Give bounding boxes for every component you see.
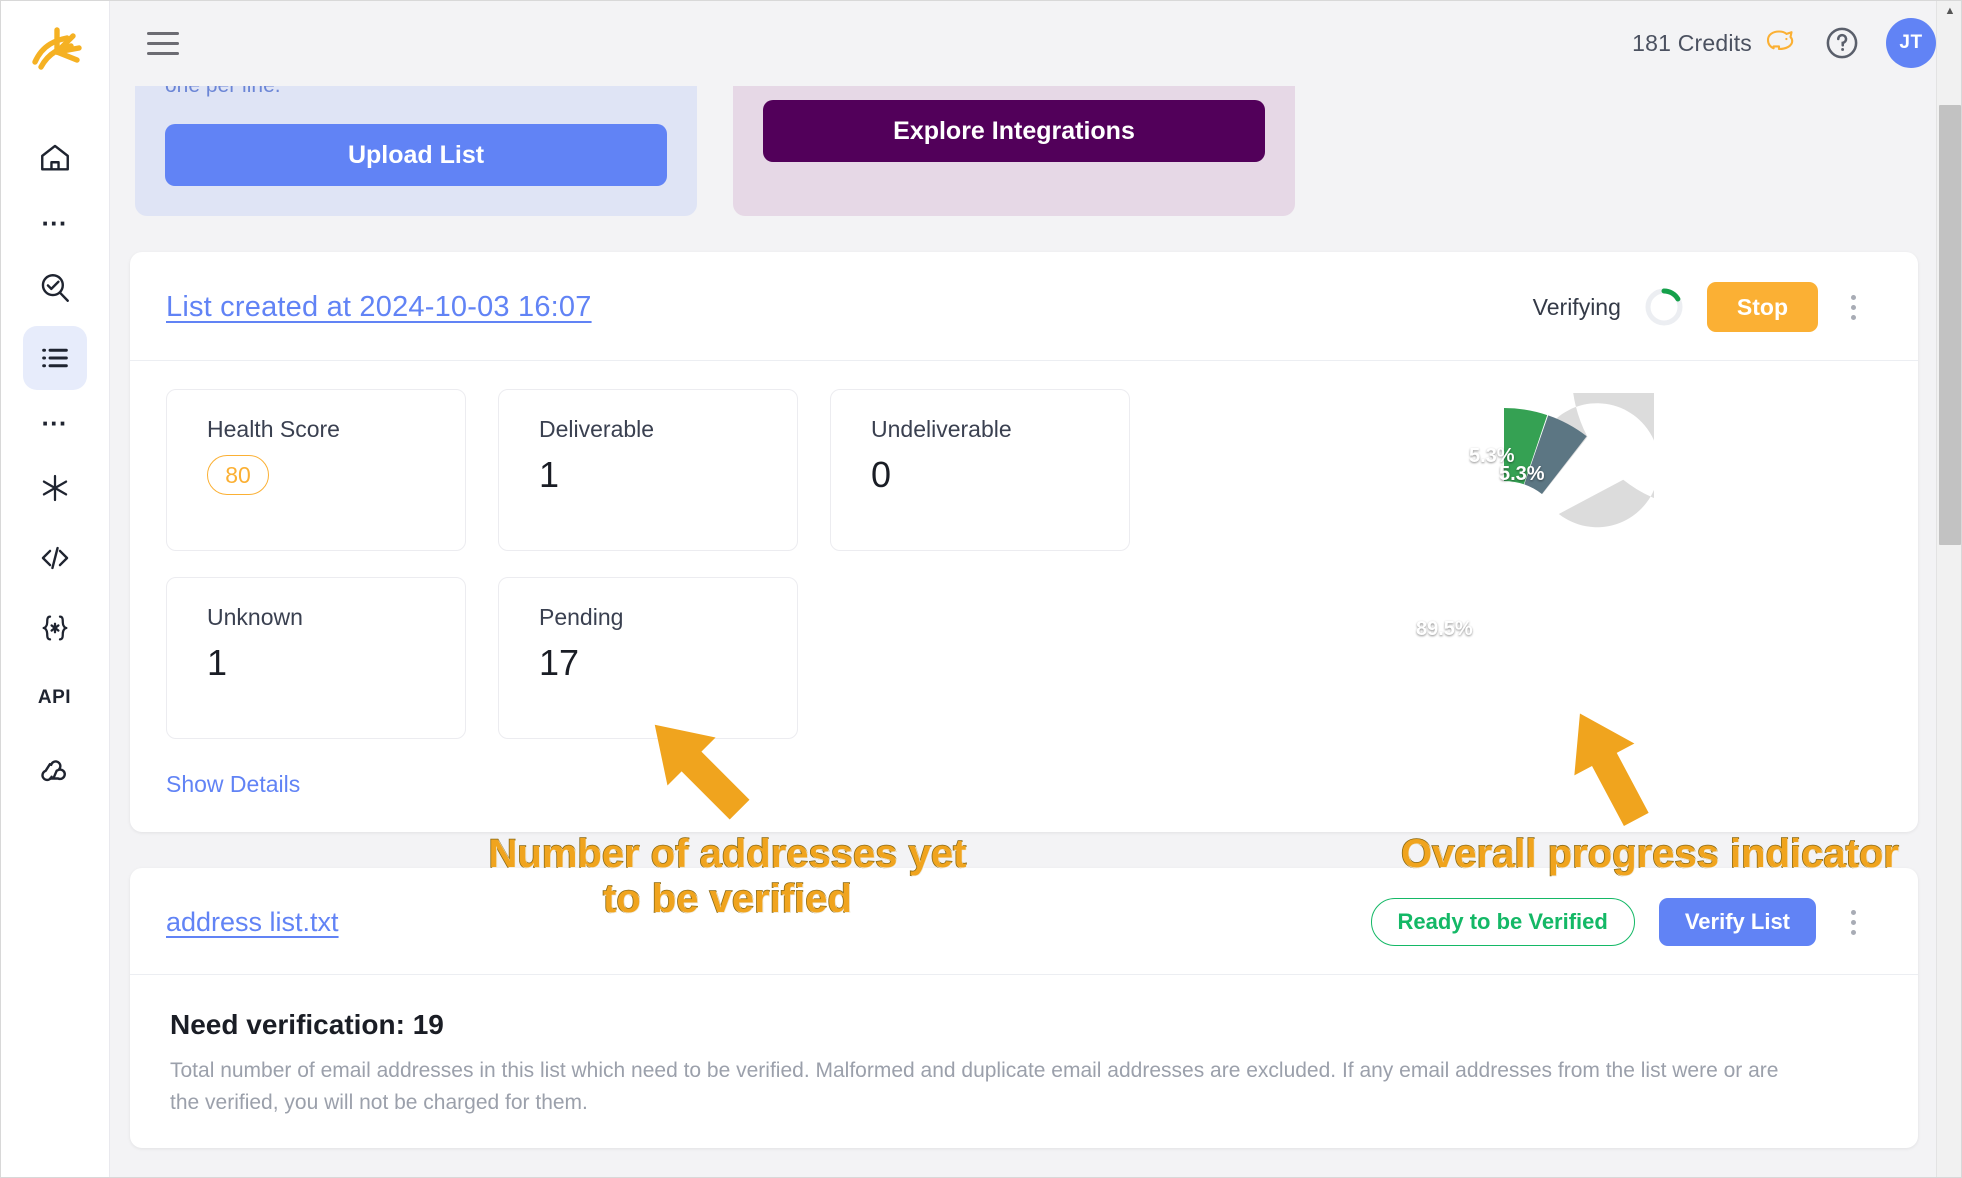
hamburger-bar	[147, 31, 179, 35]
file-card-header: address list.txt Ready to be Verified Ve…	[130, 868, 1918, 975]
list-card-actions: Verifying Stop	[1533, 282, 1866, 332]
topbar: 181 Credits JT	[110, 0, 1962, 86]
upload-list-button[interactable]: Upload List	[165, 124, 667, 186]
file-card-actions: Ready to be Verified Verify List	[1370, 898, 1866, 946]
sidebar-item-api[interactable]: API	[23, 666, 87, 730]
stat-label: Undeliverable	[871, 416, 1012, 442]
stats-row-top: Health Score 80 Deliverable 1 Undelivera…	[166, 389, 1130, 551]
file-name-link[interactable]: address list.txt	[166, 907, 339, 938]
stat-card-deliverable: Deliverable 1	[498, 389, 798, 551]
verify-list-button[interactable]: Verify List	[1658, 898, 1816, 946]
kebab-menu-icon[interactable]	[1840, 290, 1866, 324]
scroll-up-arrow-icon[interactable]: ▲	[1937, 6, 1962, 17]
stat-card-undeliverable: Undeliverable 0	[830, 389, 1130, 551]
list-card-header: List created at 2024-10-03 16:07 Verifyi…	[130, 252, 1918, 361]
donut-svg	[1504, 393, 1654, 528]
kebab-dot	[1850, 919, 1856, 925]
donut-label-pending: 89.5%	[1416, 618, 1473, 640]
list-summary-card: List created at 2024-10-03 16:07 Verifyi…	[130, 252, 1918, 832]
brand-starburst-logo[interactable]	[27, 22, 83, 78]
stat-label: Pending	[539, 604, 624, 630]
verification-donut-chart: 5.3% 5.3% 89.5%	[1130, 389, 1878, 798]
need-verification-description: Total number of email addresses in this …	[170, 1059, 1779, 1114]
kebab-dot	[1850, 294, 1856, 300]
upload-list-promo-card: one per line. Upload List	[135, 86, 697, 216]
asterisk-icon	[39, 472, 71, 504]
page-scrollbar[interactable]: ▲	[1936, 0, 1962, 1178]
hamburger-icon[interactable]	[140, 20, 186, 66]
more-dots-icon: ···	[41, 408, 68, 438]
sidebar-item-variables[interactable]	[23, 596, 87, 660]
home-icon	[38, 141, 72, 175]
sidebar-item-more-bottom[interactable]: ···	[23, 396, 87, 450]
piggy-bank-icon	[1764, 26, 1798, 60]
code-icon	[38, 541, 72, 575]
sidebar-item-more-top[interactable]: ···	[23, 196, 87, 250]
sidebar-item-single-verify[interactable]	[23, 256, 87, 320]
hamburger-bar	[147, 41, 179, 45]
sidebar-item-lists[interactable]	[22, 326, 87, 390]
stat-label: Unknown	[207, 604, 303, 630]
stats-row-bottom: Unknown 1 Pending 17	[166, 577, 1130, 739]
donut-wrap: 5.3% 5.3% 89.5%	[1354, 393, 1654, 693]
sidebar-item-webhooks[interactable]	[23, 736, 87, 800]
kebab-dot	[1850, 304, 1856, 310]
list-card-body: Health Score 80 Deliverable 1 Undelivera…	[130, 361, 1918, 832]
list-icon	[38, 341, 72, 375]
credits-label: 181 Credits	[1632, 29, 1752, 56]
stat-label: Health Score	[207, 416, 340, 442]
sidebar-item-integrations[interactable]	[23, 456, 87, 520]
stat-card-pending: Pending 17	[498, 577, 798, 739]
main-area: 181 Credits JT Upload List Explore Integ…	[110, 0, 1962, 1178]
explore-integrations-promo-card: Explore Integrations	[733, 86, 1295, 216]
donut-label-unknown: 5.3%	[1499, 463, 1545, 485]
kebab-menu-icon[interactable]	[1840, 905, 1866, 939]
stat-value: 0	[871, 454, 892, 495]
list-title-link[interactable]: List created at 2024-10-03 16:07	[166, 291, 592, 324]
hamburger-bar	[147, 51, 179, 55]
progress-spinner-icon	[1643, 286, 1685, 328]
explore-integrations-button[interactable]: Explore Integrations	[763, 100, 1265, 162]
api-icon: API	[37, 687, 72, 708]
avatar[interactable]: JT	[1886, 18, 1936, 68]
promo-row: one per line. Upload List Explore Integr…	[130, 86, 1918, 216]
sidebar-item-home[interactable]	[23, 126, 87, 190]
kebab-dot	[1850, 929, 1856, 935]
status-badge[interactable]: Ready to be Verified	[1370, 898, 1635, 946]
braces-icon	[38, 611, 72, 645]
more-dots-icon: ···	[41, 208, 68, 238]
file-card-body: Need verification: 19 Total number of em…	[130, 975, 1918, 1148]
scrollbar-thumb[interactable]	[1939, 105, 1961, 545]
verifying-status-label: Verifying	[1532, 293, 1621, 320]
file-card: address list.txt Ready to be Verified Ve…	[130, 868, 1918, 1148]
kebab-dot	[1850, 314, 1856, 320]
webhook-icon	[38, 751, 72, 785]
kebab-dot	[1850, 909, 1856, 915]
stop-button[interactable]: Stop	[1706, 282, 1818, 332]
need-verification-title: Need verification: 19	[170, 1009, 444, 1040]
app-root: ··· ··· API 181 Credits JT Upload List E…	[0, 0, 1962, 1178]
topbar-actions: 181 Credits JT	[1632, 18, 1936, 68]
help-circle-icon[interactable]	[1824, 25, 1860, 61]
single-verify-icon	[38, 271, 72, 305]
show-details-link[interactable]: Show Details	[166, 771, 300, 798]
scroll-content: one per line. Upload List Explore Integr…	[110, 86, 1962, 1178]
stat-value: 1	[207, 642, 228, 683]
stats-area: Health Score 80 Deliverable 1 Undelivera…	[166, 389, 1130, 798]
stat-value: 17	[539, 642, 580, 683]
stat-card-health-score: Health Score 80	[166, 389, 466, 551]
stat-label: Deliverable	[539, 416, 655, 442]
content-inner: one per line. Upload List Explore Integr…	[130, 86, 1918, 1148]
health-score-badge: 80	[207, 455, 269, 495]
credits-button[interactable]: 181 Credits	[1632, 26, 1798, 60]
stat-value: 1	[539, 454, 560, 495]
stat-card-unknown: Unknown 1	[166, 577, 466, 739]
sidebar-item-code[interactable]	[23, 526, 87, 590]
sidebar: ··· ··· API	[0, 0, 110, 1178]
upload-promo-text: one per line.	[165, 86, 667, 98]
